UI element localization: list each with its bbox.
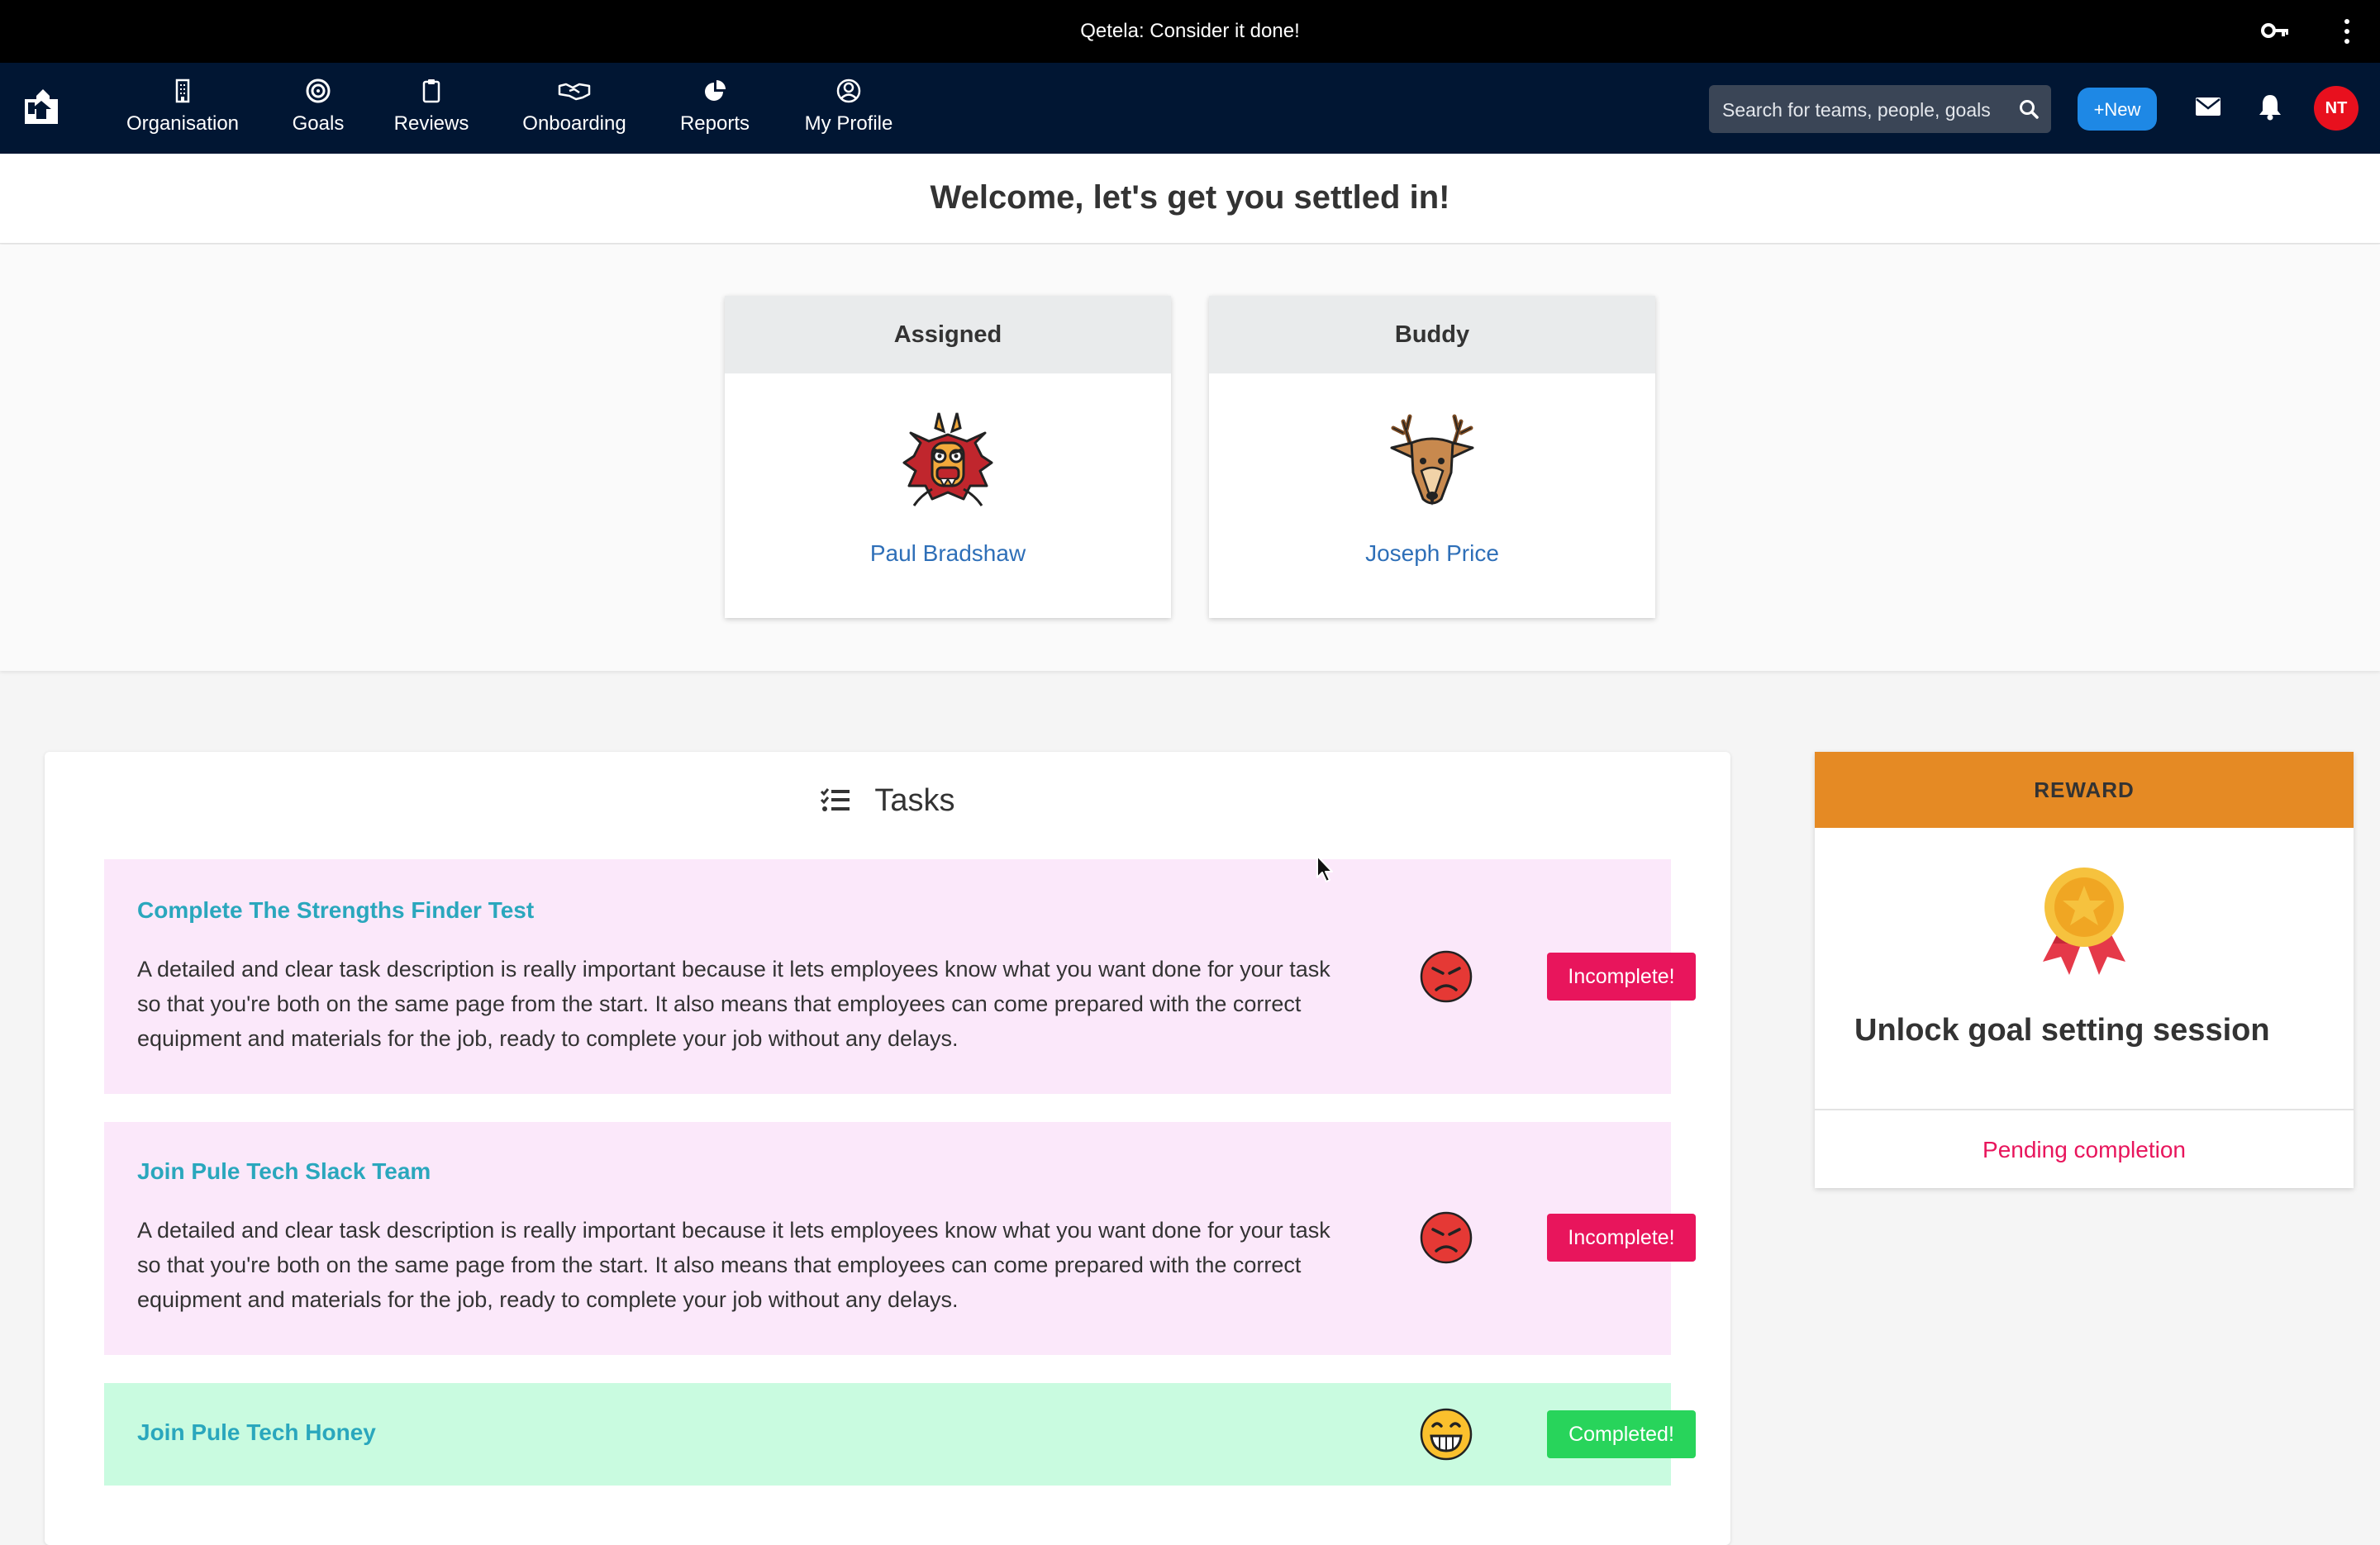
task-description: A detailed and clear task description is… — [137, 1218, 1330, 1312]
user-avatar[interactable]: NT — [2314, 86, 2359, 131]
grinning-face-icon — [1420, 1408, 1473, 1461]
task-item[interactable]: Join Pule Tech Honey Completed! — [104, 1383, 1696, 1486]
new-button[interactable]: +New — [2078, 88, 2157, 131]
task-list-icon — [821, 788, 850, 811]
nav-label: Organisation — [126, 112, 240, 135]
bell-icon[interactable] — [2258, 93, 2282, 121]
brand-logo-icon[interactable] — [18, 84, 64, 131]
task-item[interactable]: Join Pule Tech Slack Team A detailed and… — [104, 1122, 1696, 1355]
window-title: Qetela: Consider it done! — [1080, 20, 1300, 42]
nav-label: Reviews — [393, 112, 469, 135]
medal-icon — [2043, 868, 2125, 975]
handshake-icon — [558, 83, 591, 101]
task-title[interactable]: Join Pule Tech Honey — [137, 1419, 376, 1446]
clipboard-icon — [422, 79, 440, 103]
user-circle-icon — [836, 78, 861, 103]
nav-organisation[interactable]: Organisation — [122, 78, 243, 142]
dragon-icon — [902, 412, 993, 506]
reward-divider — [1815, 1109, 2354, 1110]
angry-face-icon — [1420, 1211, 1473, 1264]
people-section: Assigned Paul Bradshaw Buddy Joseph Pric… — [0, 245, 2380, 671]
key-icon[interactable] — [2261, 18, 2289, 43]
nav-onboarding[interactable]: Onboarding — [517, 78, 631, 142]
title-bar: Qetela: Consider it done! — [0, 0, 2380, 63]
status-badge: Completed! — [1547, 1410, 1696, 1458]
assigned-header: Assigned — [725, 296, 1171, 373]
target-icon — [306, 78, 331, 103]
assigned-person-link[interactable]: Paul Bradshaw — [725, 540, 1171, 567]
tasks-heading: Tasks — [45, 783, 1730, 819]
task-item[interactable]: Complete The Strengths Finder Test A det… — [104, 859, 1696, 1094]
nav-goals[interactable]: Goals — [289, 78, 347, 142]
main-navbar: Organisation Goals Reviews Onboarding Re… — [0, 63, 2380, 154]
reward-header: REWARD — [1815, 752, 2354, 828]
reward-status: Pending completion — [1983, 1137, 2186, 1162]
tasks-title: Tasks — [874, 783, 955, 818]
page-title: Welcome, let's get you settled in! — [930, 179, 1450, 216]
mouse-cursor-icon — [1316, 855, 1333, 882]
status-badge: Incomplete! — [1547, 1214, 1696, 1262]
buddy-person-link[interactable]: Joseph Price — [1209, 540, 1655, 567]
nav-label: My Profile — [804, 112, 893, 135]
nav-label: Goals — [292, 112, 345, 135]
building-icon — [175, 78, 190, 103]
tasks-panel: Tasks Complete The Strengths Finder Test… — [45, 752, 1730, 1545]
reward-title: Unlock goal setting session — [1854, 1013, 2270, 1048]
task-title[interactable]: Complete The Strengths Finder Test — [137, 897, 534, 924]
task-description: A detailed and clear task description is… — [137, 957, 1330, 1051]
mail-icon[interactable] — [2195, 96, 2221, 117]
assigned-card: Assigned Paul Bradshaw — [725, 296, 1171, 618]
nav-label: Reports — [679, 112, 750, 135]
reward-card: REWARD Unlock goal setting session Pendi… — [1815, 752, 2354, 1188]
nav-my-profile[interactable]: My Profile — [800, 78, 897, 142]
task-title[interactable]: Join Pule Tech Slack Team — [137, 1158, 431, 1185]
angry-face-icon — [1420, 950, 1473, 1003]
buddy-card: Buddy Joseph Price — [1209, 296, 1655, 618]
pie-chart-icon — [705, 80, 726, 101]
nav-label: Onboarding — [522, 112, 626, 135]
status-badge: Incomplete! — [1547, 953, 1696, 1001]
nav-reviews[interactable]: Reviews — [392, 78, 471, 142]
search-input[interactable] — [1721, 85, 2005, 135]
buddy-header: Buddy — [1209, 296, 1655, 373]
search-icon[interactable] — [2018, 98, 2040, 120]
search-box — [1709, 85, 2051, 135]
welcome-banner: Welcome, let's get you settled in! — [0, 154, 2380, 244]
nav-reports[interactable]: Reports — [678, 78, 752, 142]
deer-icon — [1390, 414, 1474, 506]
more-options-icon[interactable] — [2339, 17, 2355, 46]
